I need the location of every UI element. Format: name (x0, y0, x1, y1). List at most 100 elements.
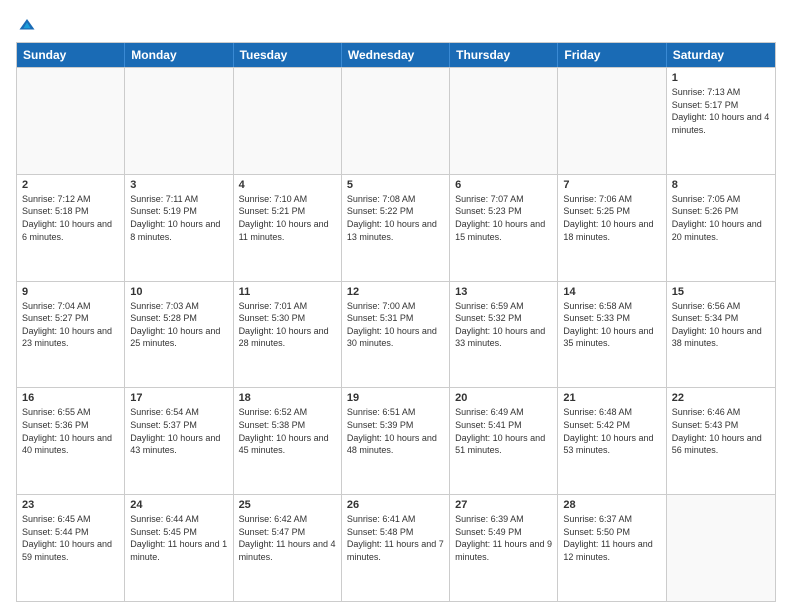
day-number: 13 (455, 286, 552, 298)
day-cell-20: 20 Sunrise: 6:49 AM Sunset: 5:41 PM Dayli… (450, 388, 558, 494)
weekday-header-thursday: Thursday (450, 43, 558, 67)
empty-cell-r0-c0 (17, 68, 125, 174)
calendar-page: SundayMondayTuesdayWednesdayThursdayFrid… (0, 0, 792, 612)
day-info: Sunrise: 7:07 AM Sunset: 5:23 PM Dayligh… (455, 193, 552, 243)
day-number: 19 (347, 392, 444, 404)
day-cell-17: 17 Sunrise: 6:54 AM Sunset: 5:37 PM Dayli… (125, 388, 233, 494)
day-number: 11 (239, 286, 336, 298)
day-info: Sunrise: 6:37 AM Sunset: 5:50 PM Dayligh… (563, 513, 660, 563)
logo (16, 16, 36, 34)
day-cell-14: 14 Sunrise: 6:58 AM Sunset: 5:33 PM Dayli… (558, 282, 666, 388)
day-number: 24 (130, 499, 227, 511)
empty-cell-r0-c3 (342, 68, 450, 174)
day-cell-19: 19Sunrise: 6:51 AM Sunset: 5:39 PM Dayli… (342, 388, 450, 494)
day-number: 4 (239, 179, 336, 191)
day-info: Sunrise: 7:05 AM Sunset: 5:26 PM Dayligh… (672, 193, 770, 243)
empty-cell-r4-c6 (667, 495, 775, 601)
day-number: 6 (455, 179, 552, 191)
day-info: Sunrise: 6:55 AM Sunset: 5:36 PM Dayligh… (22, 406, 119, 456)
weekday-header-monday: Monday (125, 43, 233, 67)
page-header (16, 16, 776, 34)
calendar-header: SundayMondayTuesdayWednesdayThursdayFrid… (17, 43, 775, 67)
day-number: 10 (130, 286, 227, 298)
day-cell-3: 3 Sunrise: 7:11 AM Sunset: 5:19 PM Daylig… (125, 175, 233, 281)
day-info: Sunrise: 7:00 AM Sunset: 5:31 PM Dayligh… (347, 300, 444, 350)
day-info: Sunrise: 7:13 AM Sunset: 5:17 PM Dayligh… (672, 86, 770, 136)
day-info: Sunrise: 6:52 AM Sunset: 5:38 PM Dayligh… (239, 406, 336, 456)
day-info: Sunrise: 6:45 AM Sunset: 5:44 PM Dayligh… (22, 513, 119, 563)
day-cell-18: 18 Sunrise: 6:52 AM Sunset: 5:38 PM Dayli… (234, 388, 342, 494)
day-info: Sunrise: 7:12 AM Sunset: 5:18 PM Dayligh… (22, 193, 119, 243)
day-number: 12 (347, 286, 444, 298)
day-info: Sunrise: 6:42 AM Sunset: 5:47 PM Dayligh… (239, 513, 336, 563)
day-info: Sunrise: 6:49 AM Sunset: 5:41 PM Dayligh… (455, 406, 552, 456)
day-number: 5 (347, 179, 444, 191)
day-info: Sunrise: 7:08 AM Sunset: 5:22 PM Dayligh… (347, 193, 444, 243)
day-info: Sunrise: 6:41 AM Sunset: 5:48 PM Dayligh… (347, 513, 444, 563)
day-number: 16 (22, 392, 119, 404)
weekday-header-saturday: Saturday (667, 43, 775, 67)
weekday-header-wednesday: Wednesday (342, 43, 450, 67)
calendar: SundayMondayTuesdayWednesdayThursdayFrid… (16, 42, 776, 602)
empty-cell-r0-c2 (234, 68, 342, 174)
day-info: Sunrise: 6:48 AM Sunset: 5:42 PM Dayligh… (563, 406, 660, 456)
day-number: 28 (563, 499, 660, 511)
day-info: Sunrise: 6:54 AM Sunset: 5:37 PM Dayligh… (130, 406, 227, 456)
day-cell-2: 2 Sunrise: 7:12 AM Sunset: 5:18 PM Daylig… (17, 175, 125, 281)
day-number: 3 (130, 179, 227, 191)
day-cell-7: 7 Sunrise: 7:06 AM Sunset: 5:25 PM Daylig… (558, 175, 666, 281)
day-cell-22: 22 Sunrise: 6:46 AM Sunset: 5:43 PM Dayli… (667, 388, 775, 494)
day-cell-13: 13Sunrise: 6:59 AM Sunset: 5:32 PM Dayli… (450, 282, 558, 388)
weekday-header-sunday: Sunday (17, 43, 125, 67)
day-number: 18 (239, 392, 336, 404)
day-info: Sunrise: 7:11 AM Sunset: 5:19 PM Dayligh… (130, 193, 227, 243)
calendar-row-2: 2 Sunrise: 7:12 AM Sunset: 5:18 PM Daylig… (17, 174, 775, 281)
day-info: Sunrise: 7:01 AM Sunset: 5:30 PM Dayligh… (239, 300, 336, 350)
calendar-row-3: 9 Sunrise: 7:04 AM Sunset: 5:27 PM Daylig… (17, 281, 775, 388)
day-cell-4: 4 Sunrise: 7:10 AM Sunset: 5:21 PM Daylig… (234, 175, 342, 281)
day-number: 27 (455, 499, 552, 511)
day-number: 2 (22, 179, 119, 191)
day-cell-23: 23 Sunrise: 6:45 AM Sunset: 5:44 PM Dayli… (17, 495, 125, 601)
day-cell-26: 26 Sunrise: 6:41 AM Sunset: 5:48 PM Dayli… (342, 495, 450, 601)
weekday-header-friday: Friday (558, 43, 666, 67)
calendar-row-1: 1 Sunrise: 7:13 AM Sunset: 5:17 PM Daylig… (17, 67, 775, 174)
weekday-header-tuesday: Tuesday (234, 43, 342, 67)
day-number: 25 (239, 499, 336, 511)
day-info: Sunrise: 7:10 AM Sunset: 5:21 PM Dayligh… (239, 193, 336, 243)
day-number: 9 (22, 286, 119, 298)
day-number: 22 (672, 392, 770, 404)
day-number: 17 (130, 392, 227, 404)
day-info: Sunrise: 6:56 AM Sunset: 5:34 PM Dayligh… (672, 300, 770, 350)
day-info: Sunrise: 6:46 AM Sunset: 5:43 PM Dayligh… (672, 406, 770, 456)
day-cell-8: 8 Sunrise: 7:05 AM Sunset: 5:26 PM Daylig… (667, 175, 775, 281)
day-info: Sunrise: 7:04 AM Sunset: 5:27 PM Dayligh… (22, 300, 119, 350)
day-info: Sunrise: 6:39 AM Sunset: 5:49 PM Dayligh… (455, 513, 552, 563)
day-number: 15 (672, 286, 770, 298)
day-cell-25: 25 Sunrise: 6:42 AM Sunset: 5:47 PM Dayli… (234, 495, 342, 601)
day-info: Sunrise: 6:44 AM Sunset: 5:45 PM Dayligh… (130, 513, 227, 563)
day-cell-24: 24 Sunrise: 6:44 AM Sunset: 5:45 PM Dayli… (125, 495, 233, 601)
day-cell-1: 1 Sunrise: 7:13 AM Sunset: 5:17 PM Daylig… (667, 68, 775, 174)
day-cell-27: 27 Sunrise: 6:39 AM Sunset: 5:49 PM Dayli… (450, 495, 558, 601)
calendar-row-5: 23 Sunrise: 6:45 AM Sunset: 5:44 PM Dayli… (17, 494, 775, 601)
day-cell-21: 21 Sunrise: 6:48 AM Sunset: 5:42 PM Dayli… (558, 388, 666, 494)
day-number: 8 (672, 179, 770, 191)
day-number: 23 (22, 499, 119, 511)
day-number: 26 (347, 499, 444, 511)
day-info: Sunrise: 7:03 AM Sunset: 5:28 PM Dayligh… (130, 300, 227, 350)
day-number: 1 (672, 72, 770, 84)
day-cell-15: 15 Sunrise: 6:56 AM Sunset: 5:34 PM Dayli… (667, 282, 775, 388)
day-number: 20 (455, 392, 552, 404)
day-number: 7 (563, 179, 660, 191)
day-number: 21 (563, 392, 660, 404)
day-cell-11: 11 Sunrise: 7:01 AM Sunset: 5:30 PM Dayli… (234, 282, 342, 388)
day-cell-16: 16 Sunrise: 6:55 AM Sunset: 5:36 PM Dayli… (17, 388, 125, 494)
day-cell-5: 5 Sunrise: 7:08 AM Sunset: 5:22 PM Daylig… (342, 175, 450, 281)
logo-icon (18, 16, 36, 34)
day-cell-10: 10 Sunrise: 7:03 AM Sunset: 5:28 PM Dayli… (125, 282, 233, 388)
calendar-row-4: 16 Sunrise: 6:55 AM Sunset: 5:36 PM Dayli… (17, 387, 775, 494)
day-info: Sunrise: 6:58 AM Sunset: 5:33 PM Dayligh… (563, 300, 660, 350)
day-number: 14 (563, 286, 660, 298)
day-info: Sunrise: 7:06 AM Sunset: 5:25 PM Dayligh… (563, 193, 660, 243)
